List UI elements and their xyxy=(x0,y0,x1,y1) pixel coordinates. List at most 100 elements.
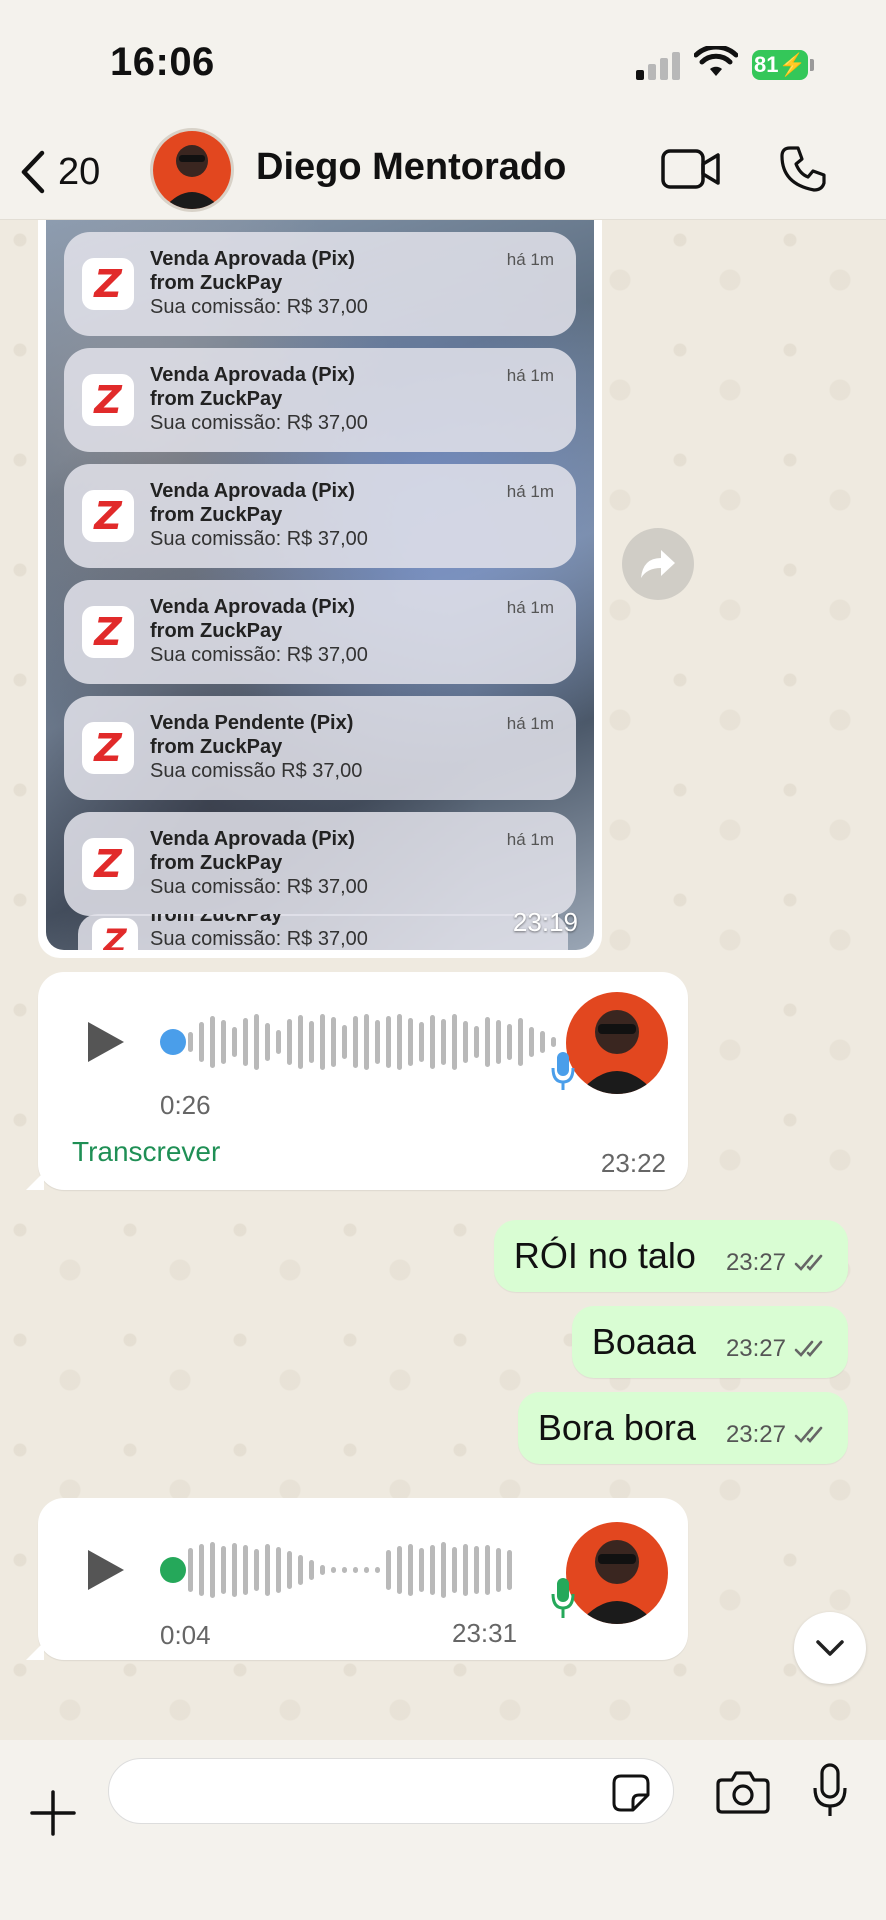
notification-card: Z Venda Aprovada (Pix) from ZuckPay Sua … xyxy=(64,464,576,568)
status-time: 16:06 xyxy=(110,40,215,84)
zuckpay-logo-icon: Z xyxy=(82,606,134,658)
notification-body: Sua comissão: R$ 37,00 xyxy=(150,412,368,434)
message-composer xyxy=(0,1740,886,1920)
chevron-left-icon xyxy=(21,150,45,194)
notification-card: Z Venda Aprovada (Pix) from ZuckPay Sua … xyxy=(64,348,576,452)
battery-indicator: 81 ⚡ xyxy=(752,50,808,80)
double-check-icon xyxy=(794,1254,823,1271)
double-check-icon xyxy=(794,1340,823,1357)
signal-icon xyxy=(636,50,680,80)
playback-position-dot[interactable] xyxy=(160,1557,186,1583)
notification-from: from ZuckPay xyxy=(150,914,283,926)
message-time: 23:27 xyxy=(725,1335,786,1362)
notification-card-partial: Z from ZuckPay Sua comissão: R$ 37,00 xyxy=(78,914,568,950)
message-time: 23:27 xyxy=(725,1249,786,1276)
notification-card: Z Venda Aprovada (Pix) from ZuckPay Sua … xyxy=(64,812,576,916)
voice-message[interactable]: 0:26 Transcrever 23:22 xyxy=(26,972,688,1190)
playback-position-dot[interactable] xyxy=(160,1029,186,1055)
notification-body: Sua comissão: R$ 37,00 xyxy=(150,528,368,550)
message-time: 23:27 xyxy=(725,1421,786,1448)
outgoing-message[interactable]: RÓI no talo 23:27 xyxy=(493,1220,848,1292)
play-icon[interactable] xyxy=(88,1550,124,1590)
forward-icon xyxy=(641,550,675,578)
waveform[interactable] xyxy=(188,1540,512,1600)
waveform[interactable] xyxy=(188,1012,556,1072)
notification-card: Z Venda Pendente (Pix) from ZuckPay Sua … xyxy=(64,696,576,800)
notification-time: há 1m xyxy=(506,714,554,733)
chat-header: 20 Diego Mentorado xyxy=(0,120,886,220)
contact-name[interactable]: Diego Mentorado xyxy=(256,146,566,189)
notification-from: from ZuckPay xyxy=(150,272,283,294)
mic-icon[interactable] xyxy=(812,1762,848,1818)
mic-icon xyxy=(551,1578,575,1618)
notification-body: Sua comissão: R$ 37,00 xyxy=(150,296,368,318)
plus-icon[interactable] xyxy=(30,1790,76,1836)
message-time: 23:19 xyxy=(512,907,578,937)
notification-title: Venda Pendente (Pix) xyxy=(150,712,354,734)
zuckpay-logo-icon: Z xyxy=(92,918,138,950)
forward-button[interactable] xyxy=(622,528,694,600)
battery-level: 81 xyxy=(754,52,779,77)
notification-title: Venda Aprovada (Pix) xyxy=(150,248,355,270)
video-call-icon[interactable] xyxy=(660,146,722,192)
message-time: 23:31 xyxy=(452,1618,518,1648)
transcribe-link[interactable]: Transcrever xyxy=(72,1136,220,1168)
notification-from: from ZuckPay xyxy=(150,388,283,410)
back-button[interactable]: 20 xyxy=(18,144,100,200)
zuckpay-logo-icon: Z xyxy=(82,838,134,890)
sender-avatar xyxy=(566,1522,668,1624)
message-text: Boaaa xyxy=(591,1321,696,1362)
zuckpay-logo-icon: Z xyxy=(82,258,134,310)
double-check-icon xyxy=(794,1426,823,1443)
notification-time: há 1m xyxy=(506,250,554,269)
bubble-tail xyxy=(26,1172,44,1190)
notification-time: há 1m xyxy=(506,366,554,385)
audio-duration: 0:04 xyxy=(160,1620,211,1650)
zuckpay-logo-icon: Z xyxy=(82,490,134,542)
notification-card: Z Venda Aprovada (Pix) from ZuckPay Sua … xyxy=(64,580,576,684)
bubble-tail xyxy=(26,1642,44,1660)
outgoing-message[interactable]: Boaaa 23:27 xyxy=(571,1306,848,1378)
phone-icon[interactable] xyxy=(778,144,828,194)
sender-avatar xyxy=(566,992,668,1094)
message-time: 23:22 xyxy=(600,1148,666,1178)
camera-icon[interactable] xyxy=(716,1770,770,1814)
notification-body: Sua comissão R$ 37,00 xyxy=(150,760,363,782)
notification-card: Z Venda Aprovada (Pix) from ZuckPay Sua … xyxy=(64,232,576,336)
scroll-to-bottom-button[interactable] xyxy=(794,1612,866,1684)
contact-avatar[interactable] xyxy=(150,128,234,212)
chevron-down-icon xyxy=(816,1640,844,1656)
voice-message[interactable]: 0:04 23:31 xyxy=(26,1498,688,1660)
notification-from: from ZuckPay xyxy=(150,736,283,758)
notification-time: há 1m xyxy=(506,598,554,617)
image-message[interactable]: Z Venda Aprovada (Pix) from ZuckPay Sua … xyxy=(38,220,602,958)
notification-title: Venda Aprovada (Pix) xyxy=(150,364,355,386)
status-bar: 16:06 81 ⚡ xyxy=(0,0,886,120)
outgoing-message[interactable]: Bora bora 23:27 xyxy=(517,1392,848,1464)
message-input[interactable] xyxy=(108,1758,674,1824)
notification-title: Venda Aprovada (Pix) xyxy=(150,480,355,502)
notification-body: Sua comissão: R$ 37,00 xyxy=(150,876,368,898)
message-text: RÓI no talo xyxy=(513,1235,696,1276)
mic-icon xyxy=(551,1052,575,1090)
message-text: Bora bora xyxy=(537,1407,696,1448)
unread-count: 20 xyxy=(58,150,101,193)
notification-time: há 1m xyxy=(506,830,554,849)
battery-tip xyxy=(810,59,814,71)
charging-icon: ⚡ xyxy=(778,52,806,77)
zuckpay-logo-icon: Z xyxy=(82,722,134,774)
notification-body: Sua comissão: R$ 37,00 xyxy=(150,644,368,666)
notification-screenshot[interactable]: Z Venda Aprovada (Pix) from ZuckPay Sua … xyxy=(46,220,594,950)
wifi-icon xyxy=(694,46,738,76)
sticker-icon[interactable] xyxy=(611,1773,651,1813)
audio-duration: 0:26 xyxy=(160,1090,211,1120)
zuckpay-logo-icon: Z xyxy=(82,374,134,426)
notification-title: Venda Aprovada (Pix) xyxy=(150,828,355,850)
notification-body: Sua comissão: R$ 37,00 xyxy=(150,928,368,950)
notification-from: from ZuckPay xyxy=(150,504,283,526)
play-icon[interactable] xyxy=(88,1022,124,1062)
notification-from: from ZuckPay xyxy=(150,620,283,642)
notification-time: há 1m xyxy=(506,482,554,501)
notification-title: Venda Aprovada (Pix) xyxy=(150,596,355,618)
notification-from: from ZuckPay xyxy=(150,852,283,874)
